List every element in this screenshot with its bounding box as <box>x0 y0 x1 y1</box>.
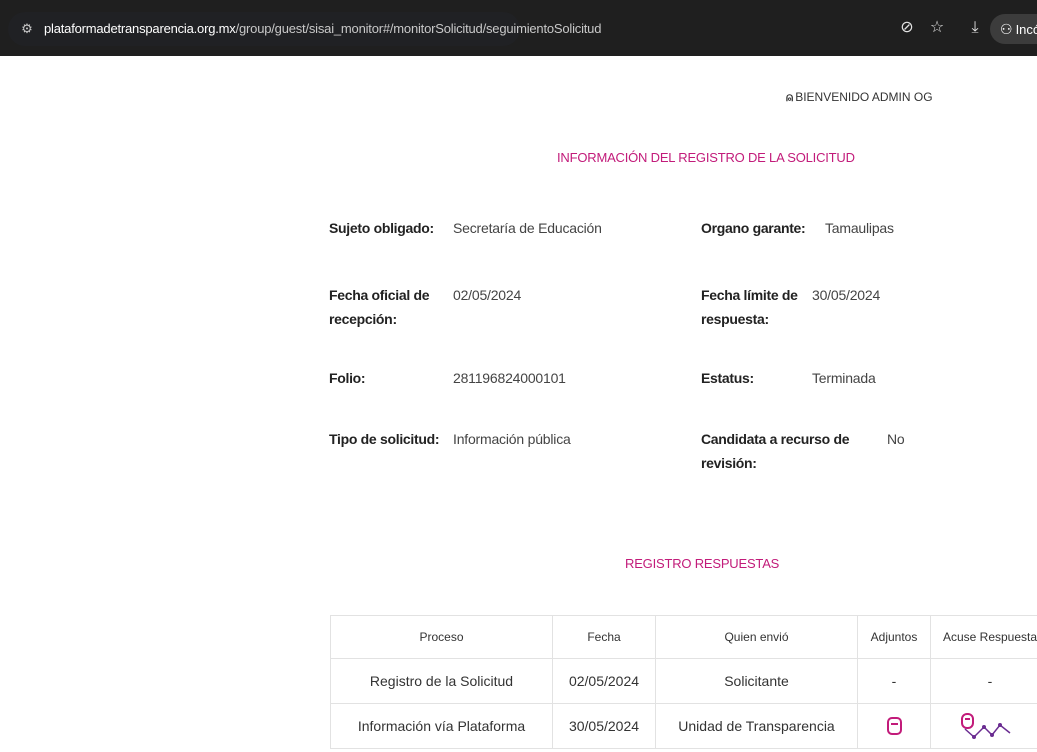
fecha-oficial-label: Fecha oficial de recepción: <box>329 287 430 327</box>
cell-acuse <box>930 703 1037 749</box>
candidata-value: No <box>887 431 905 447</box>
cell-fecha: 30/05/2024 <box>552 703 656 749</box>
cell-proceso: Registro de la Solicitud <box>330 658 553 704</box>
respuestas-table: Proceso Fecha Quien envió Adjuntos Acuse… <box>330 615 1037 749</box>
cell-adjuntos: - <box>857 658 931 704</box>
tipo-label: Tipo de solicitud: <box>329 431 440 447</box>
incognito-badge[interactable]: ⚇Incógnito <box>990 14 1037 44</box>
col-adjuntos: Adjuntos <box>857 615 931 659</box>
table-row: Registro de la Solicitud 02/05/2024 Soli… <box>330 658 1037 704</box>
candidata-label: Candidata a recurso de revisión: <box>701 431 850 471</box>
url-text[interactable]: plataformadetransparencia.org.mx/group/g… <box>44 12 601 46</box>
download-icon[interactable]: ⤓ <box>964 17 986 39</box>
sujeto-label: Sujeto obligado: <box>329 220 434 236</box>
fecha-limite-value: 30/05/2024 <box>812 287 881 303</box>
site-settings-icon[interactable]: ⚙ <box>17 19 37 39</box>
col-fecha: Fecha <box>552 615 656 659</box>
eye-off-icon[interactable]: ⊘ <box>896 17 918 39</box>
info-title: INFORMACIÓN DEL REGISTRO DE LA SOLICITUD <box>557 150 855 165</box>
address-bar[interactable]: ⚙ plataformadetransparencia.org.mx/group… <box>8 12 601 46</box>
cell-acuse: - <box>930 658 1037 704</box>
folio-value: 281196824000101 <box>453 370 566 386</box>
document-icon[interactable] <box>886 717 902 736</box>
url-host: plataformadetransparencia.org.mx <box>44 21 236 36</box>
estatus-value: Terminada <box>812 370 876 386</box>
sujeto-value: Secretaría de Educación <box>453 220 602 236</box>
organo-value: Tamaulipas <box>825 220 894 236</box>
user-icon: ⍝ <box>786 90 794 104</box>
cell-quien: Unidad de Transparencia <box>655 703 858 749</box>
incognito-icon: ⚇ <box>1000 21 1013 37</box>
col-proceso: Proceso <box>330 615 553 659</box>
folio-label: Folio: <box>329 370 366 386</box>
table-row: Información vía Plataforma 30/05/2024 Un… <box>330 703 1037 749</box>
acuse-icon[interactable] <box>960 713 1020 739</box>
cell-quien: Solicitante <box>655 658 858 704</box>
col-quien: Quien envió <box>655 615 858 659</box>
star-icon[interactable]: ☆ <box>926 17 948 39</box>
col-acuse: Acuse Respuesta <box>930 615 1037 659</box>
url-path: /group/guest/sisai_monitor#/monitorSolic… <box>235 21 602 36</box>
table-header-row: Proceso Fecha Quien envió Adjuntos Acuse… <box>330 615 1037 659</box>
estatus-label: Estatus: <box>701 370 754 386</box>
tipo-value: Información pública <box>453 431 571 447</box>
cell-proceso: Información vía Plataforma <box>330 703 553 749</box>
fecha-oficial-value: 02/05/2024 <box>453 287 522 303</box>
cell-adjuntos <box>857 703 931 749</box>
welcome-user[interactable]: ⍝ BIENVENIDO ADMIN OG <box>786 90 933 105</box>
respuestas-title: REGISTRO RESPUESTAS <box>625 556 780 571</box>
browser-toolbar: ⚙ plataformadetransparencia.org.mx/group… <box>0 0 1037 56</box>
fecha-limite-label: Fecha límite de respuesta: <box>701 287 798 327</box>
organo-label: Organo garante: <box>701 220 806 236</box>
incognito-label: Incógnito <box>1015 22 1037 37</box>
cell-fecha: 02/05/2024 <box>552 658 656 704</box>
welcome-text: BIENVENIDO ADMIN OG <box>795 90 933 104</box>
